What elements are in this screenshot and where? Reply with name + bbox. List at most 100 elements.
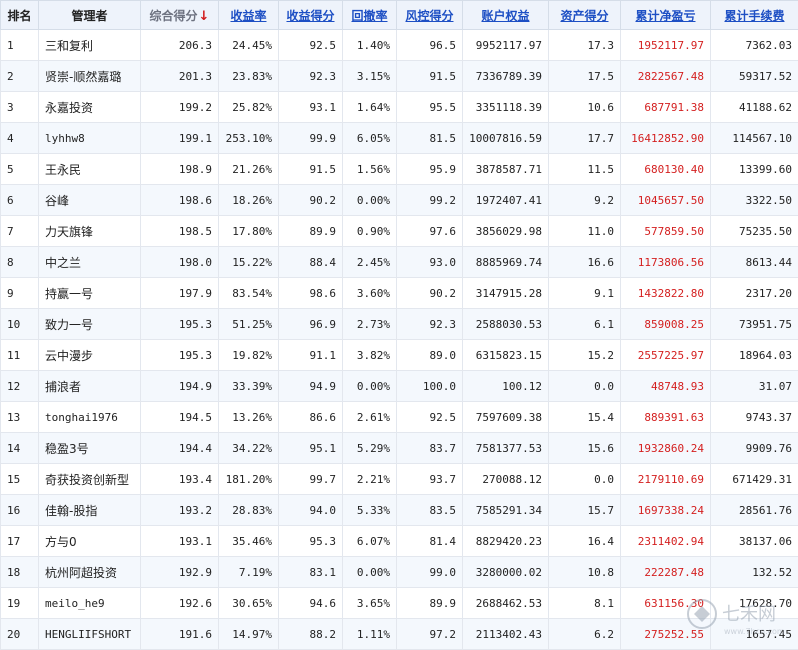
cell-asset-score: 11.5 [549, 154, 621, 185]
cell-net-profit: 2557225.97 [621, 340, 711, 371]
manager-name: 捕浪者 [39, 371, 141, 402]
cell-return-score: 88.4 [279, 247, 343, 278]
manager-name: 佳翰-股指 [39, 495, 141, 526]
column-header-return-score[interactable]: 收益得分 [279, 1, 343, 30]
cell-return-score: 91.1 [279, 340, 343, 371]
cell-risk-score: 96.5 [397, 30, 463, 61]
cell-risk-score: 99.0 [397, 557, 463, 588]
cell-drawdown: 5.33% [343, 495, 397, 526]
column-header-net-profit[interactable]: 累计净盈亏 [621, 1, 711, 30]
cell-rank: 2 [1, 61, 39, 92]
manager-name: 奇获投资创新型 [39, 464, 141, 495]
cell-drawdown: 0.90% [343, 216, 397, 247]
cell-risk-score: 91.5 [397, 61, 463, 92]
cell-net-profit: 1432822.80 [621, 278, 711, 309]
cell-risk-score: 90.2 [397, 278, 463, 309]
table-row: 9持赢一号197.983.54%98.63.60%90.23147915.289… [1, 278, 798, 309]
cell-asset-score: 15.7 [549, 495, 621, 526]
cell-asset-score: 9.1 [549, 278, 621, 309]
cell-net-profit: 1932860.24 [621, 433, 711, 464]
cell-risk-score: 89.9 [397, 588, 463, 619]
column-header-equity[interactable]: 账户权益 [463, 1, 549, 30]
cell-return-rate: 24.45% [219, 30, 279, 61]
cell-return-rate: 25.82% [219, 92, 279, 123]
cell-fees: 75235.50 [711, 216, 798, 247]
column-header-label: 风控得分 [405, 9, 453, 23]
cell-fees: 7362.03 [711, 30, 798, 61]
cell-risk-score: 89.0 [397, 340, 463, 371]
table-row: 4lyhhw8199.1253.10%99.96.05%81.510007816… [1, 123, 798, 154]
table-row: 1三和复利206.324.45%92.51.40%96.59952117.971… [1, 30, 798, 61]
cell-return-rate: 14.97% [219, 619, 279, 650]
cell-risk-score: 95.9 [397, 154, 463, 185]
cell-rank: 20 [1, 619, 39, 650]
cell-score: 192.6 [141, 588, 219, 619]
table-row: 14稳盈3号194.434.22%95.15.29%83.77581377.53… [1, 433, 798, 464]
cell-drawdown: 1.64% [343, 92, 397, 123]
cell-asset-score: 17.3 [549, 30, 621, 61]
column-header-risk-score[interactable]: 风控得分 [397, 1, 463, 30]
column-header-return-rate[interactable]: 收益率 [219, 1, 279, 30]
cell-score: 201.3 [141, 61, 219, 92]
cell-drawdown: 2.73% [343, 309, 397, 340]
cell-equity: 9952117.97 [463, 30, 549, 61]
cell-asset-score: 15.4 [549, 402, 621, 433]
cell-score: 195.3 [141, 309, 219, 340]
cell-asset-score: 17.7 [549, 123, 621, 154]
cell-return-score: 96.9 [279, 309, 343, 340]
cell-net-profit: 859008.25 [621, 309, 711, 340]
cell-return-rate: 18.26% [219, 185, 279, 216]
manager-name: 杭州阿超投资 [39, 557, 141, 588]
cell-return-rate: 19.82% [219, 340, 279, 371]
cell-drawdown: 3.65% [343, 588, 397, 619]
cell-return-rate: 28.83% [219, 495, 279, 526]
cell-rank: 6 [1, 185, 39, 216]
cell-return-score: 92.5 [279, 30, 343, 61]
column-header-fees[interactable]: 累计手续费 [711, 1, 798, 30]
column-header-asset-score[interactable]: 资产得分 [549, 1, 621, 30]
cell-fees: 38137.06 [711, 526, 798, 557]
cell-drawdown: 1.40% [343, 30, 397, 61]
cell-equity: 8829420.23 [463, 526, 549, 557]
cell-equity: 7585291.34 [463, 495, 549, 526]
cell-fees: 73951.75 [711, 309, 798, 340]
table-row: 13tonghai1976194.513.26%86.62.61%92.5759… [1, 402, 798, 433]
manager-name: HENGLIIFSHORT [39, 619, 141, 650]
cell-equity: 2688462.53 [463, 588, 549, 619]
cell-rank: 1 [1, 30, 39, 61]
cell-equity: 270088.12 [463, 464, 549, 495]
cell-score: 194.9 [141, 371, 219, 402]
manager-name: tonghai1976 [39, 402, 141, 433]
cell-fees: 17628.70 [711, 588, 798, 619]
sort-desc-arrow-icon[interactable]: ↓ [199, 9, 210, 24]
cell-rank: 16 [1, 495, 39, 526]
manager-name: 稳盈3号 [39, 433, 141, 464]
table-row: 5王永民198.921.26%91.51.56%95.93878587.7111… [1, 154, 798, 185]
cell-score: 191.6 [141, 619, 219, 650]
column-header-drawdown[interactable]: 回撤率 [343, 1, 397, 30]
cell-return-rate: 33.39% [219, 371, 279, 402]
cell-fees: 1657.45 [711, 619, 798, 650]
cell-return-score: 91.5 [279, 154, 343, 185]
cell-score: 199.2 [141, 92, 219, 123]
cell-asset-score: 10.6 [549, 92, 621, 123]
manager-name: 谷峰 [39, 185, 141, 216]
cell-asset-score: 16.4 [549, 526, 621, 557]
cell-rank: 4 [1, 123, 39, 154]
manager-name: 持赢一号 [39, 278, 141, 309]
cell-risk-score: 92.3 [397, 309, 463, 340]
cell-asset-score: 6.1 [549, 309, 621, 340]
manager-name: 云中漫步 [39, 340, 141, 371]
cell-rank: 7 [1, 216, 39, 247]
cell-net-profit: 1045657.50 [621, 185, 711, 216]
cell-drawdown: 5.29% [343, 433, 397, 464]
cell-return-score: 88.2 [279, 619, 343, 650]
column-header-score[interactable]: 综合得分↓ [141, 1, 219, 30]
manager-name: 三和复利 [39, 30, 141, 61]
cell-drawdown: 1.11% [343, 619, 397, 650]
cell-rank: 11 [1, 340, 39, 371]
table-row: 11云中漫步195.319.82%91.13.82%89.06315823.15… [1, 340, 798, 371]
table-row: 15奇获投资创新型193.4181.20%99.72.21%93.7270088… [1, 464, 798, 495]
cell-return-rate: 34.22% [219, 433, 279, 464]
cell-net-profit: 275252.55 [621, 619, 711, 650]
